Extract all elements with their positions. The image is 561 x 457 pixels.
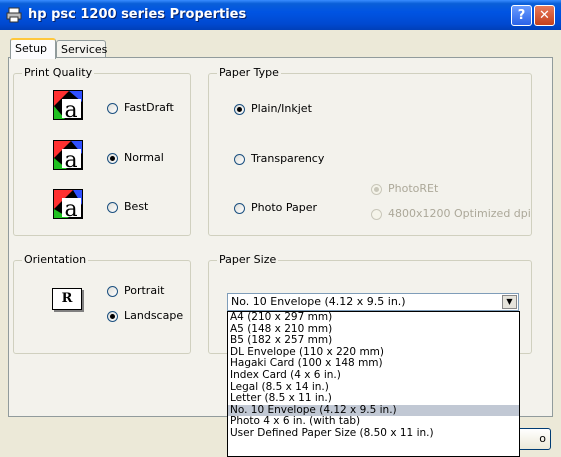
chevron-down-icon[interactable]: ▼ (502, 295, 517, 309)
transparency-radio[interactable] (234, 154, 245, 165)
photoret-label: PhotoREt (388, 182, 439, 195)
print-quality-title: Print Quality (22, 66, 95, 79)
optimized-dpi-radio[interactable] (371, 209, 382, 220)
portrait-radio[interactable] (107, 286, 118, 297)
photoret-radio[interactable] (371, 184, 382, 195)
landscape-label[interactable]: Landscape (124, 309, 183, 322)
list-item[interactable]: Letter (8.5 x 11 in.) (228, 393, 519, 405)
list-item[interactable]: Index Card (4 x 6 in.) (228, 369, 519, 382)
list-item[interactable]: User Defined Paper Size (8.50 x 11 in.) (228, 427, 519, 440)
best-label[interactable]: Best (124, 200, 148, 213)
paper-size-selected-value: No. 10 Envelope (4.12 x 9.5 in.) (231, 295, 406, 308)
paper-size-title: Paper Size (217, 253, 279, 266)
landscape-orientation-icon: R (52, 288, 82, 310)
close-button[interactable]: ✕ (534, 5, 555, 26)
svg-text:a: a (64, 197, 77, 219)
window-title: hp psc 1200 series Properties (28, 7, 247, 22)
orientation-group: Orientation R Portrait Landscape (13, 253, 191, 354)
normal-label[interactable]: Normal (124, 151, 164, 164)
paper-type-title: Paper Type (217, 66, 281, 79)
optimized-dpi-label: 4800x1200 Optimized dpi (388, 207, 531, 220)
fastdraft-radio[interactable] (107, 103, 118, 114)
tab-setup[interactable]: Setup (10, 38, 56, 59)
paper-size-dropdown-list[interactable]: A4 (210 x 297 mm) A5 (148 x 210 mm) B5 (… (227, 311, 520, 457)
svg-text:a: a (64, 98, 77, 120)
paper-type-group: Paper Type Plain/Inkjet Transparency Pho… (208, 66, 532, 236)
best-radio[interactable] (107, 202, 118, 213)
fastdraft-label[interactable]: FastDraft (124, 101, 174, 114)
best-quality-icon: a (53, 189, 83, 219)
dialog-body: Setup Services Print Quality a FastDraft (0, 30, 561, 457)
printer-icon (6, 7, 22, 23)
svg-text:a: a (64, 148, 77, 170)
plain-inkjet-radio[interactable] (234, 104, 245, 115)
print-quality-group: Print Quality a FastDraft a Normal a Bes… (13, 66, 191, 236)
normal-quality-icon: a (53, 140, 83, 170)
landscape-radio[interactable] (107, 311, 118, 322)
portrait-label[interactable]: Portrait (124, 284, 164, 297)
paper-size-select[interactable]: No. 10 Envelope (4.12 x 9.5 in.) ▼ (227, 293, 519, 311)
normal-radio[interactable] (107, 153, 118, 164)
title-bar[interactable]: hp psc 1200 series Properties ? ✕ (0, 0, 561, 30)
fastdraft-quality-icon: a (53, 90, 83, 120)
photo-paper-radio[interactable] (234, 203, 245, 214)
orientation-title: Orientation (22, 253, 89, 266)
plain-inkjet-label[interactable]: Plain/Inkjet (251, 102, 312, 115)
list-item[interactable]: A4 (210 x 297 mm) (228, 311, 519, 324)
ok-button-label: o (539, 432, 546, 445)
transparency-label[interactable]: Transparency (251, 152, 324, 165)
help-button[interactable]: ? (511, 5, 532, 26)
photo-paper-label[interactable]: Photo Paper (251, 201, 317, 214)
